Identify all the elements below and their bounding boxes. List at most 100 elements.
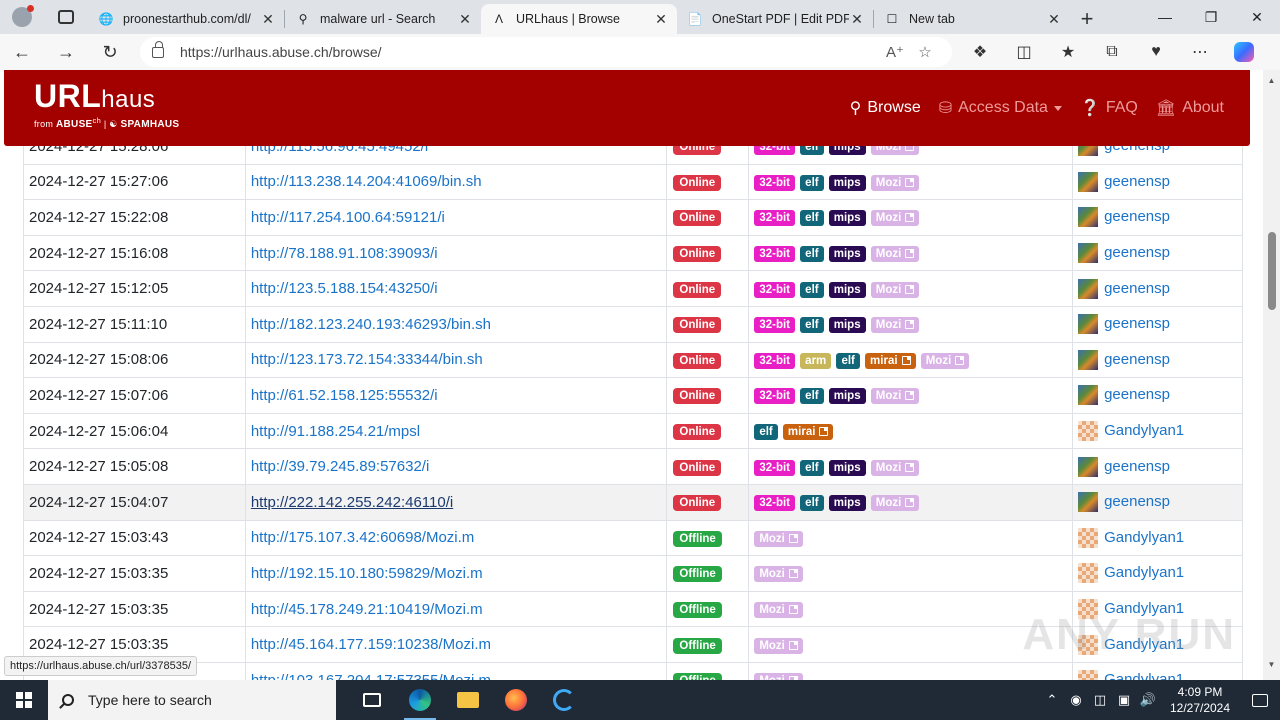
- task-view-button[interactable]: [348, 680, 396, 720]
- reporter-link[interactable]: geenensp: [1104, 173, 1170, 190]
- url-link[interactable]: http://78.188.91.108:39093/i: [251, 245, 438, 262]
- tag-badge[interactable]: Mozi: [870, 459, 920, 476]
- reporter-link[interactable]: geenensp: [1104, 386, 1170, 403]
- file-explorer-button[interactable]: [444, 680, 492, 720]
- reporter-link[interactable]: geenensp: [1104, 315, 1170, 332]
- tab-close-icon[interactable]: ✕: [457, 11, 473, 28]
- browser-tab[interactable]: 🌐 proonestarthub.com/dl/ ✕: [88, 4, 284, 34]
- tag-badge[interactable]: Mozi: [754, 566, 803, 583]
- tag-badge[interactable]: Mozi: [870, 210, 920, 227]
- tab-close-icon[interactable]: ✕: [653, 11, 669, 28]
- tab-close-icon[interactable]: ✕: [849, 11, 865, 28]
- extensions-icon[interactable]: ❖: [958, 34, 1002, 70]
- nav-about[interactable]: 🏛 About: [1156, 98, 1224, 118]
- close-window-button[interactable]: ✕: [1234, 0, 1280, 34]
- url-link[interactable]: http://192.15.10.180:59829/Mozi.m: [251, 565, 483, 582]
- minimize-button[interactable]: —: [1142, 0, 1188, 34]
- back-button[interactable]: ←: [0, 34, 44, 70]
- address-url[interactable]: https://urlhaus.abuse.ch/browse/: [180, 44, 880, 60]
- reporter-link[interactable]: Gandylyan1: [1104, 422, 1184, 439]
- tag-badge[interactable]: Mozi: [870, 317, 920, 334]
- clock[interactable]: 4:09 PM 12/27/2024: [1160, 684, 1240, 716]
- tag-badge[interactable]: Mozi: [754, 637, 803, 654]
- page-scrollbar[interactable]: ▲ ▼: [1263, 70, 1280, 680]
- logo-ch-text: ch: [92, 116, 102, 125]
- performance-icon[interactable]: ♥: [1134, 34, 1178, 70]
- profile-button[interactable]: [0, 0, 44, 34]
- reporter-link[interactable]: Gandylyan1: [1104, 564, 1184, 581]
- url-link[interactable]: http://113.238.14.204:41069/bin.sh: [251, 173, 482, 190]
- url-link[interactable]: http://91.188.254.21/mpsl: [251, 423, 420, 440]
- notifications-button[interactable]: [1240, 680, 1280, 720]
- new-tab-button[interactable]: +: [1070, 4, 1104, 34]
- app-button[interactable]: [540, 680, 588, 720]
- favorites-icon[interactable]: ★: [1046, 34, 1090, 70]
- restore-button[interactable]: ❐: [1188, 0, 1234, 34]
- nav-access-data[interactable]: ⛁ Access Data: [939, 98, 1062, 118]
- tag-badge[interactable]: Mozi: [870, 246, 920, 263]
- favorite-star-icon[interactable]: ☆: [910, 43, 940, 61]
- tag-badge[interactable]: Mozi: [754, 530, 803, 547]
- collections-icon[interactable]: ⧉: [1090, 34, 1134, 70]
- browser-tab[interactable]: 📄 OneStart PDF | Edit PDF ✕: [677, 4, 873, 34]
- read-aloud-icon[interactable]: A⁺: [880, 43, 910, 61]
- tag-badge[interactable]: Mozi: [870, 281, 920, 298]
- url-link[interactable]: http://123.5.188.154:43250/i: [251, 280, 438, 297]
- firefox-button[interactable]: [492, 680, 540, 720]
- url-link[interactable]: http://45.178.249.21:10419/Mozi.m: [251, 601, 483, 618]
- refresh-button[interactable]: ↻: [88, 34, 132, 70]
- url-link[interactable]: http://222.142.255.242:46110/i: [251, 494, 453, 511]
- url-link[interactable]: http://175.107.3.42:60698/Mozi.m: [251, 529, 474, 546]
- tray-app-icon[interactable]: ◉: [1064, 692, 1088, 708]
- edge-taskbar-button[interactable]: [396, 680, 444, 720]
- tag-badge[interactable]: Mozi: [870, 174, 920, 191]
- split-screen-icon[interactable]: ◫: [1002, 34, 1046, 70]
- url-link[interactable]: http://61.52.158.125:55532/i: [251, 387, 438, 404]
- volume-icon[interactable]: 🔊: [1136, 692, 1160, 708]
- tag-badge[interactable]: Mozi: [754, 602, 803, 619]
- forward-button[interactable]: →: [44, 34, 88, 70]
- tray-chevron-icon[interactable]: ⌃: [1040, 692, 1064, 708]
- taskbar-search[interactable]: Type here to search: [48, 680, 336, 720]
- tag-badge[interactable]: mirai: [865, 352, 916, 369]
- url-link[interactable]: http://182.123.240.193:46293/bin.sh: [251, 316, 491, 333]
- tag-badge[interactable]: Mozi: [920, 352, 970, 369]
- scroll-thumb[interactable]: [1268, 232, 1276, 310]
- scroll-down-icon[interactable]: ▼: [1263, 658, 1280, 672]
- scroll-up-icon[interactable]: ▲: [1263, 74, 1280, 88]
- nav-browse[interactable]: ⚲ Browse: [850, 98, 921, 118]
- urlhaus-icon: Λ: [494, 12, 503, 26]
- address-bar[interactable]: https://urlhaus.abuse.ch/browse/ A⁺ ☆: [140, 37, 952, 67]
- tab-close-icon[interactable]: ✕: [1046, 11, 1062, 28]
- url-link[interactable]: http://45.164.177.159:10238/Mozi.m: [251, 636, 491, 653]
- tray-device-icon[interactable]: ◫: [1088, 692, 1112, 708]
- url-link[interactable]: http://103.167.204.17:57355/Mozi.m: [251, 672, 491, 680]
- copilot-button[interactable]: [1222, 34, 1266, 70]
- network-icon[interactable]: ▣: [1112, 692, 1136, 708]
- more-menu-icon[interactable]: ⋯: [1178, 34, 1222, 70]
- tab-close-icon[interactable]: ✕: [260, 11, 276, 28]
- reporter-link[interactable]: geenensp: [1104, 493, 1170, 510]
- tag-badge[interactable]: Mozi: [870, 495, 920, 512]
- reporter-link[interactable]: geenensp: [1104, 280, 1170, 297]
- status-cell: Offline: [666, 626, 750, 663]
- urlhaus-logo[interactable]: URLhaus from ABUSEch | ☯ SPAMHAUS: [34, 78, 179, 130]
- reporter-link[interactable]: Gandylyan1: [1104, 529, 1184, 546]
- browser-tab[interactable]: Λ URLhaus | Browse ✕: [481, 4, 677, 34]
- browser-tab[interactable]: ⚲ malware url - Search ✕: [285, 4, 481, 34]
- tag-badge[interactable]: Mozi: [754, 673, 803, 680]
- tag-badge[interactable]: mirai: [782, 424, 834, 441]
- url-link[interactable]: http://123.173.72.154:33344/bin.sh: [251, 351, 483, 368]
- url-link[interactable]: http://39.79.245.89:57632/i: [251, 458, 429, 475]
- reporter-link[interactable]: geenensp: [1104, 244, 1170, 261]
- tag-badge[interactable]: Mozi: [870, 388, 920, 405]
- nav-faq[interactable]: ❔ FAQ: [1080, 98, 1138, 118]
- reporter-link[interactable]: Gandylyan1: [1104, 671, 1184, 680]
- tab-actions-button[interactable]: [44, 0, 88, 34]
- reporter-link[interactable]: geenensp: [1104, 351, 1170, 368]
- browser-tab[interactable]: ☐ New tab ✕: [874, 4, 1070, 34]
- reporter-link[interactable]: geenensp: [1104, 458, 1170, 475]
- url-link[interactable]: http://117.254.100.64:59121/i: [251, 209, 445, 226]
- start-button[interactable]: [0, 680, 48, 720]
- reporter-link[interactable]: geenensp: [1104, 208, 1170, 225]
